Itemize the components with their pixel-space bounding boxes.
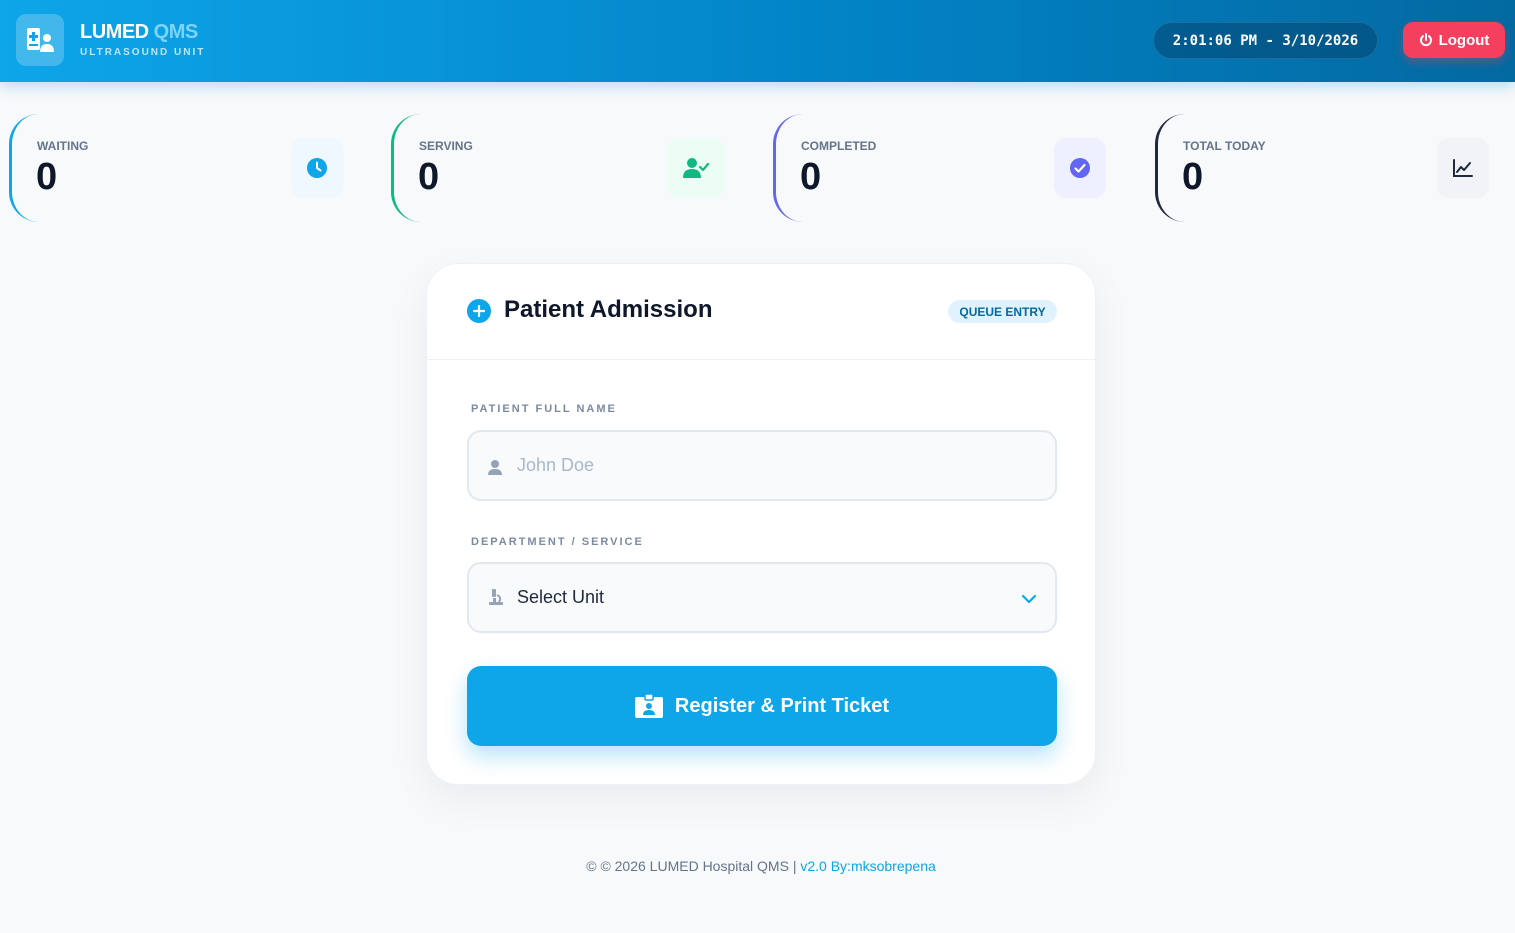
app-title: LUMED QMS [80, 21, 198, 43]
logout-label: Logout [1438, 31, 1490, 49]
stat-value: 0 [1182, 156, 1204, 198]
check-circle-icon [1054, 138, 1106, 198]
queue-entry-badge: QUEUE ENTRY [948, 300, 1057, 323]
id-badge-icon [634, 694, 663, 718]
stat-accent-bar [9, 114, 39, 222]
microscope-icon [489, 589, 503, 605]
department-select[interactable]: Select Unit [467, 562, 1057, 633]
user-check-icon [667, 138, 725, 198]
stat-accent-bar [773, 114, 803, 222]
stat-completed: COMPLETED 0 [773, 114, 1113, 222]
stat-label: SERVING [419, 139, 473, 153]
stat-accent-bar [1155, 114, 1185, 222]
card-title: Patient Admission [504, 296, 713, 323]
clock-display: 2:01:06 PM - 3/10/2026 [1153, 22, 1378, 59]
register-button-label: Register & Print Ticket [674, 694, 890, 717]
logout-button[interactable]: Logout [1403, 22, 1505, 58]
name-field-label: PATIENT FULL NAME [471, 403, 617, 415]
stat-label: WAITING [37, 139, 89, 153]
stat-serving: SERVING 0 [391, 114, 731, 222]
patient-name-input[interactable] [517, 432, 1037, 499]
register-print-ticket-button[interactable]: Register & Print Ticket [467, 666, 1057, 746]
department-select-value: Select Unit [517, 587, 605, 607]
hospital-logo-icon [16, 14, 64, 66]
brand: LUMED QMS ULTRASOUND UNIT [80, 21, 205, 58]
stat-value: 0 [418, 156, 440, 198]
page-footer: © © 2026 LUMED Hospital QMS | v2.0 By:mk… [0, 858, 1515, 874]
stat-accent-bar [391, 114, 421, 222]
stat-total-today: TOTAL TODAY 0 [1155, 114, 1495, 222]
stat-label: COMPLETED [801, 139, 877, 153]
stat-label: TOTAL TODAY [1183, 139, 1266, 153]
patient-name-field[interactable] [467, 430, 1057, 501]
power-icon [1419, 33, 1432, 47]
department-field-label: DEPARTMENT / SERVICE [471, 536, 644, 548]
plus-circle-icon [467, 299, 491, 323]
stat-value: 0 [36, 156, 58, 198]
stat-waiting: WAITING 0 [9, 114, 349, 222]
unit-subtitle: ULTRASOUND UNIT [80, 47, 206, 58]
top-header: LUMED QMS ULTRASOUND UNIT 2:01:06 PM - 3… [0, 0, 1515, 82]
version-credit: v2.0 By:mksobrepena [800, 858, 936, 874]
chevron-down-icon [1021, 594, 1037, 604]
clock-icon [291, 138, 343, 198]
card-header: Patient Admission QUEUE ENTRY [427, 264, 1097, 360]
patient-admission-card: Patient Admission QUEUE ENTRY PATIENT FU… [426, 263, 1097, 785]
stat-value: 0 [800, 156, 822, 198]
chart-line-icon [1437, 138, 1489, 198]
user-icon [488, 460, 502, 475]
copyright-text: © © 2026 LUMED Hospital QMS [586, 858, 789, 874]
footer-separator: | [792, 858, 797, 874]
